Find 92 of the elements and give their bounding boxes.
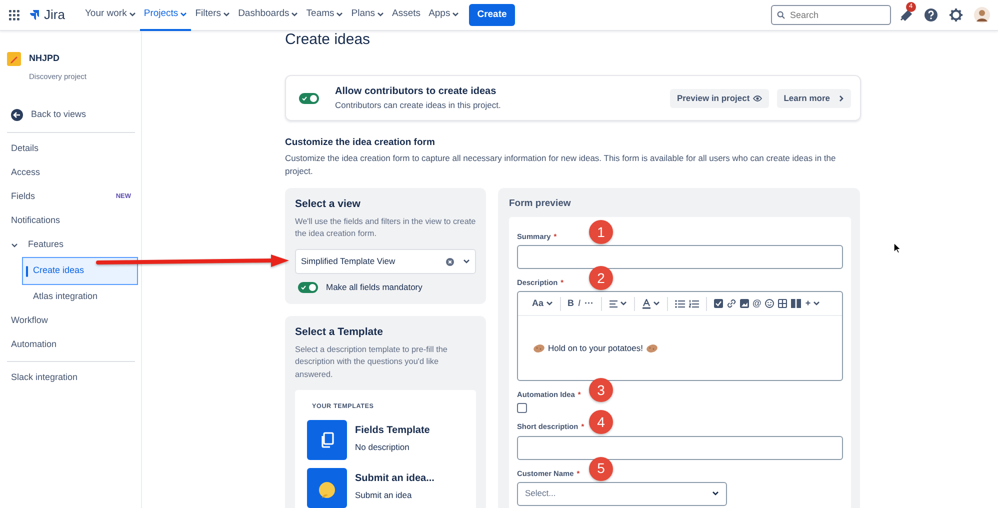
text-field[interactable]	[517, 436, 843, 460]
sidebar-item[interactable]: Workflow	[4, 309, 138, 333]
step-marker: 5	[589, 456, 613, 481]
step-marker: 4	[589, 410, 613, 434]
step-marker: 1	[589, 220, 613, 244]
mandatory-toggle[interactable]	[298, 282, 318, 293]
logo-icon	[28, 9, 40, 21]
panel-heading: Select a view	[295, 196, 362, 212]
template-item[interactable]: Submit an idea... Submit an idea	[307, 468, 464, 508]
editor-text: Hold on to your potatoes!	[548, 342, 643, 355]
back-arrow-icon	[11, 109, 23, 121]
align-icon[interactable]	[608, 300, 627, 308]
numbered-list-icon[interactable]	[688, 300, 699, 308]
checkbox-icon[interactable]	[714, 299, 723, 308]
text-color-icon[interactable]	[642, 298, 660, 309]
nav-menu-item[interactable]: Plans	[347, 0, 388, 30]
bullet-list-icon[interactable]	[674, 300, 685, 308]
check-icon	[302, 96, 307, 100]
project-name: NHJPD	[29, 52, 61, 65]
chevron-down-icon	[11, 242, 18, 248]
avatar-icon[interactable]	[974, 7, 990, 23]
section-heading: Customize the idea creation form	[285, 136, 436, 150]
view-select[interactable]: Simplified Template View	[295, 249, 476, 274]
step-marker: 2	[589, 266, 613, 290]
cursor-icon	[893, 242, 901, 254]
template-description: Submit an idea	[355, 489, 413, 502]
project-icon	[7, 52, 21, 66]
card-subtitle: Contributors can create ideas in this project.	[335, 99, 502, 112]
toggle-label: Make all fields mandatory	[326, 281, 422, 294]
sidebar-item[interactable]: Atlas integration	[4, 285, 138, 309]
card-title: Allow contributors to create ideas	[335, 85, 498, 100]
nav-menu-item[interactable]: Projects	[140, 0, 192, 30]
document-icon	[320, 432, 334, 448]
toolbar-button[interactable]: ···	[584, 297, 594, 311]
potato-icon	[533, 344, 545, 353]
check-icon	[301, 284, 306, 290]
nav-menu-item[interactable]: Your work	[80, 0, 140, 30]
sidebar-item[interactable]: Details	[4, 137, 138, 161]
panel-description: We'll use the fields and filters in the view to create the idea creation form.	[295, 216, 476, 240]
template-description: No description	[355, 441, 410, 454]
learn-more-button[interactable]: Learn more	[776, 88, 851, 108]
nav-menu-item[interactable]: Assets	[388, 0, 425, 30]
chevron-down-icon	[712, 491, 719, 496]
emoji-icon[interactable]	[765, 299, 774, 308]
section-description: Customize the idea creation form to capture all necessary information for new ideas. This form is available for all users who can create ideas in the project.	[285, 152, 837, 177]
toolbar-button[interactable]: Aa	[532, 297, 553, 311]
back-link[interactable]: Back to views	[4, 101, 138, 129]
bold-button[interactable]: B	[568, 297, 574, 311]
rich-text-editor[interactable]: Aa B I ··· @ + Hold on to your potatoes!	[517, 291, 843, 382]
help-icon[interactable]	[924, 8, 938, 22]
chevron-right-icon	[839, 94, 844, 102]
template-title: Submit an idea...	[355, 472, 434, 486]
nav-menu-item[interactable]: Apps	[424, 0, 464, 30]
settings-icon[interactable]	[949, 8, 963, 22]
template-title: Fields Template	[355, 424, 430, 438]
chevron-down-icon	[463, 259, 470, 264]
potato-icon	[646, 344, 658, 353]
sidebar-item[interactable]: Notifications	[4, 209, 138, 233]
sidebar-item[interactable]: Create ideas	[22, 257, 138, 285]
sidebar-item[interactable]: Automation	[4, 333, 138, 357]
page-title: Create ideas	[285, 31, 372, 49]
text-field[interactable]	[517, 245, 843, 270]
nav-menu-item[interactable]: Filters	[191, 0, 234, 30]
search-field[interactable]: Search	[771, 5, 891, 25]
link-icon[interactable]	[726, 299, 736, 308]
eye-icon	[752, 94, 762, 102]
panel-heading: Form preview	[509, 196, 572, 211]
template-item[interactable]: Fields Template No description	[307, 420, 464, 460]
panel-description: Select a description template to pre-fill the description with the questions you'd like answered.	[295, 344, 448, 381]
preview-button[interactable]: Preview in project	[670, 88, 769, 108]
sidebar-item[interactable]: Access	[4, 161, 138, 185]
step-marker: 3	[589, 378, 613, 402]
columns-icon[interactable]	[791, 299, 802, 308]
sidebar-item[interactable]: Features	[4, 233, 138, 257]
nav-menu-item[interactable]: Teams	[302, 0, 348, 30]
panel-heading: Select a Template	[295, 324, 384, 340]
app-grid-icon[interactable]	[9, 10, 20, 20]
checkbox[interactable]	[517, 403, 527, 414]
sidebar-item[interactable]: Slack integration	[4, 366, 138, 390]
create-button[interactable]: Create	[469, 4, 515, 26]
image-icon[interactable]	[740, 299, 749, 308]
clear-icon[interactable]	[446, 258, 454, 266]
select-field[interactable]: Select...	[517, 482, 727, 506]
table-icon[interactable]	[778, 299, 788, 308]
allow-toggle[interactable]	[299, 92, 319, 104]
notification-icon[interactable]	[899, 8, 913, 22]
toolbar-button[interactable]: +	[805, 297, 820, 311]
toolbar-button[interactable]: @	[752, 297, 762, 311]
nav-menu-item[interactable]: Dashboards	[234, 0, 302, 30]
logo-text: Jira	[44, 6, 65, 24]
search-icon	[777, 11, 785, 19]
italic-button[interactable]: I	[578, 297, 581, 311]
